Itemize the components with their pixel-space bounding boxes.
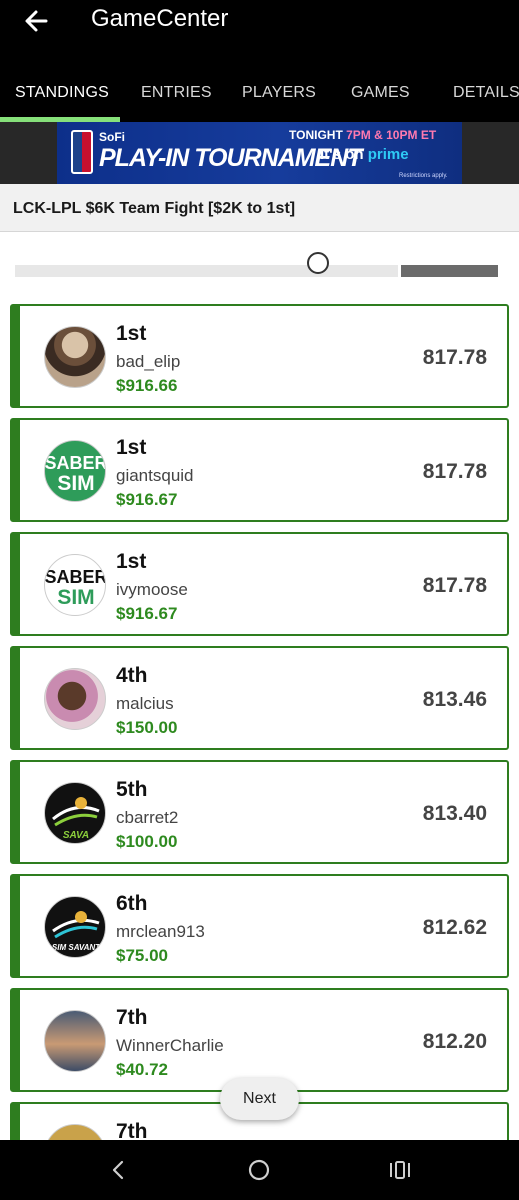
ad-times: 7PM & 10PM ET bbox=[346, 128, 437, 142]
prize-amount: $75.00 bbox=[116, 946, 168, 965]
chevron-left-icon bbox=[112, 1160, 124, 1180]
sabersim-logo: SABER SIM bbox=[44, 440, 106, 502]
back-button[interactable] bbox=[22, 6, 52, 36]
contest-header: LCK-LPL $6K Team Fight [$2K to 1st] bbox=[0, 184, 519, 232]
prize-amount: $150.00 bbox=[116, 718, 178, 737]
avatar bbox=[44, 326, 106, 388]
score: 817.78 bbox=[422, 574, 487, 597]
rank-label: 1st bbox=[116, 322, 147, 345]
nav-recents-button[interactable] bbox=[388, 1158, 412, 1182]
nba-logo-icon bbox=[71, 130, 93, 174]
tab-bar: STANDINGS ENTRIES PLAYERS GAMES DETAILS bbox=[0, 78, 519, 118]
standings-slider-track[interactable] bbox=[15, 265, 398, 277]
svg-text:SABER: SABER bbox=[45, 567, 106, 587]
username: mrclean913 bbox=[116, 922, 205, 941]
next-button[interactable]: Next bbox=[220, 1078, 299, 1120]
rank-label: 4th bbox=[116, 664, 148, 687]
username: malcius bbox=[116, 694, 174, 713]
contest-title: LCK-LPL $6K Team Fight [$2K to 1st] bbox=[13, 200, 296, 217]
ad-banner[interactable]: SoFi PLAY-IN TOURNAMENT TONIGHT 7PM & 10… bbox=[57, 122, 462, 184]
avatar bbox=[44, 668, 106, 730]
nav-home-button[interactable] bbox=[247, 1158, 271, 1182]
arrow-left-icon bbox=[25, 10, 48, 32]
avatar bbox=[44, 1010, 106, 1072]
standings-slider-segment bbox=[401, 265, 498, 277]
username: bad_elip bbox=[116, 352, 181, 371]
app-title: GameCenter bbox=[91, 5, 229, 32]
ad-strip: SoFi PLAY-IN TOURNAMENT TONIGHT 7PM & 10… bbox=[0, 122, 519, 184]
standing-card[interactable]: 7th WinnerCharlie $40.72 812.20 bbox=[10, 988, 509, 1092]
circle-home-icon bbox=[248, 1159, 270, 1181]
simsavant-logo: SIM SAVANT bbox=[44, 896, 106, 958]
standing-card[interactable]: 1st bad_elip $916.66 817.78 bbox=[10, 304, 509, 408]
username: ivymoose bbox=[116, 580, 188, 599]
rank-label: 1st bbox=[116, 436, 147, 459]
score: 813.40 bbox=[422, 802, 487, 825]
tab-entries[interactable]: ENTRIES bbox=[141, 84, 212, 102]
svg-text:SAVA: SAVA bbox=[63, 830, 89, 841]
app-header: GameCenter STANDINGS ENTRIES PLAYERS GAM… bbox=[0, 0, 519, 122]
standing-card[interactable]: 4th malcius $150.00 813.46 bbox=[10, 646, 509, 750]
rank-label: 7th bbox=[116, 1006, 148, 1029]
prize-amount: $40.72 bbox=[116, 1060, 168, 1079]
prize-amount: $916.67 bbox=[116, 604, 178, 623]
ad-network: It's on prime bbox=[320, 146, 409, 163]
prize-amount: $916.66 bbox=[116, 376, 178, 395]
rank-label: 1st bbox=[116, 550, 147, 573]
prime-logo: prime bbox=[367, 146, 409, 163]
tab-standings[interactable]: STANDINGS bbox=[15, 84, 109, 102]
tab-games[interactable]: GAMES bbox=[351, 84, 410, 102]
standings-slider-thumb[interactable] bbox=[307, 252, 329, 274]
rank-label: 6th bbox=[116, 892, 148, 915]
ad-restrictions: Restrictions apply. bbox=[399, 173, 448, 179]
system-nav-bar bbox=[0, 1140, 519, 1200]
sava-logo: SAVA bbox=[44, 782, 106, 844]
tab-players[interactable]: PLAYERS bbox=[242, 84, 316, 102]
ad-on-text: It's on bbox=[320, 146, 364, 163]
standing-card[interactable]: SABER SIM 1st ivymoose $916.67 817.78 bbox=[10, 532, 509, 636]
score: 813.46 bbox=[422, 688, 487, 711]
username: giantsquid bbox=[116, 466, 194, 485]
rank-label: 5th bbox=[116, 778, 148, 801]
svg-text:SIM: SIM bbox=[57, 586, 94, 609]
standing-card[interactable]: SAVA 5th cbarret2 $100.00 813.40 bbox=[10, 760, 509, 864]
nav-back-button[interactable] bbox=[107, 1158, 131, 1182]
score: 812.20 bbox=[422, 1030, 487, 1053]
standing-card[interactable]: SIM SAVANT 6th mrclean913 $75.00 812.62 bbox=[10, 874, 509, 978]
tab-details[interactable]: DETAILS bbox=[453, 84, 519, 102]
svg-text:SIM SAVANT: SIM SAVANT bbox=[52, 943, 101, 952]
standing-card[interactable]: SABER SIM 1st giantsquid $916.67 817.78 bbox=[10, 418, 509, 522]
score: 812.62 bbox=[422, 916, 487, 939]
username: WinnerCharlie bbox=[116, 1036, 224, 1055]
ad-sponsor: SoFi bbox=[99, 130, 125, 144]
prize-amount: $916.67 bbox=[116, 490, 178, 509]
recents-icon bbox=[390, 1161, 410, 1179]
prize-amount: $100.00 bbox=[116, 832, 178, 851]
ad-tonight: TONIGHT bbox=[289, 128, 343, 142]
svg-text:SIM: SIM bbox=[57, 472, 94, 495]
score: 817.78 bbox=[422, 346, 487, 369]
sabersim-logo: SABER SIM bbox=[44, 554, 106, 616]
svg-text:SABER: SABER bbox=[45, 453, 106, 473]
username: cbarret2 bbox=[116, 808, 179, 827]
ad-schedule: TONIGHT 7PM & 10PM ET bbox=[289, 128, 436, 142]
score: 817.78 bbox=[422, 460, 487, 483]
